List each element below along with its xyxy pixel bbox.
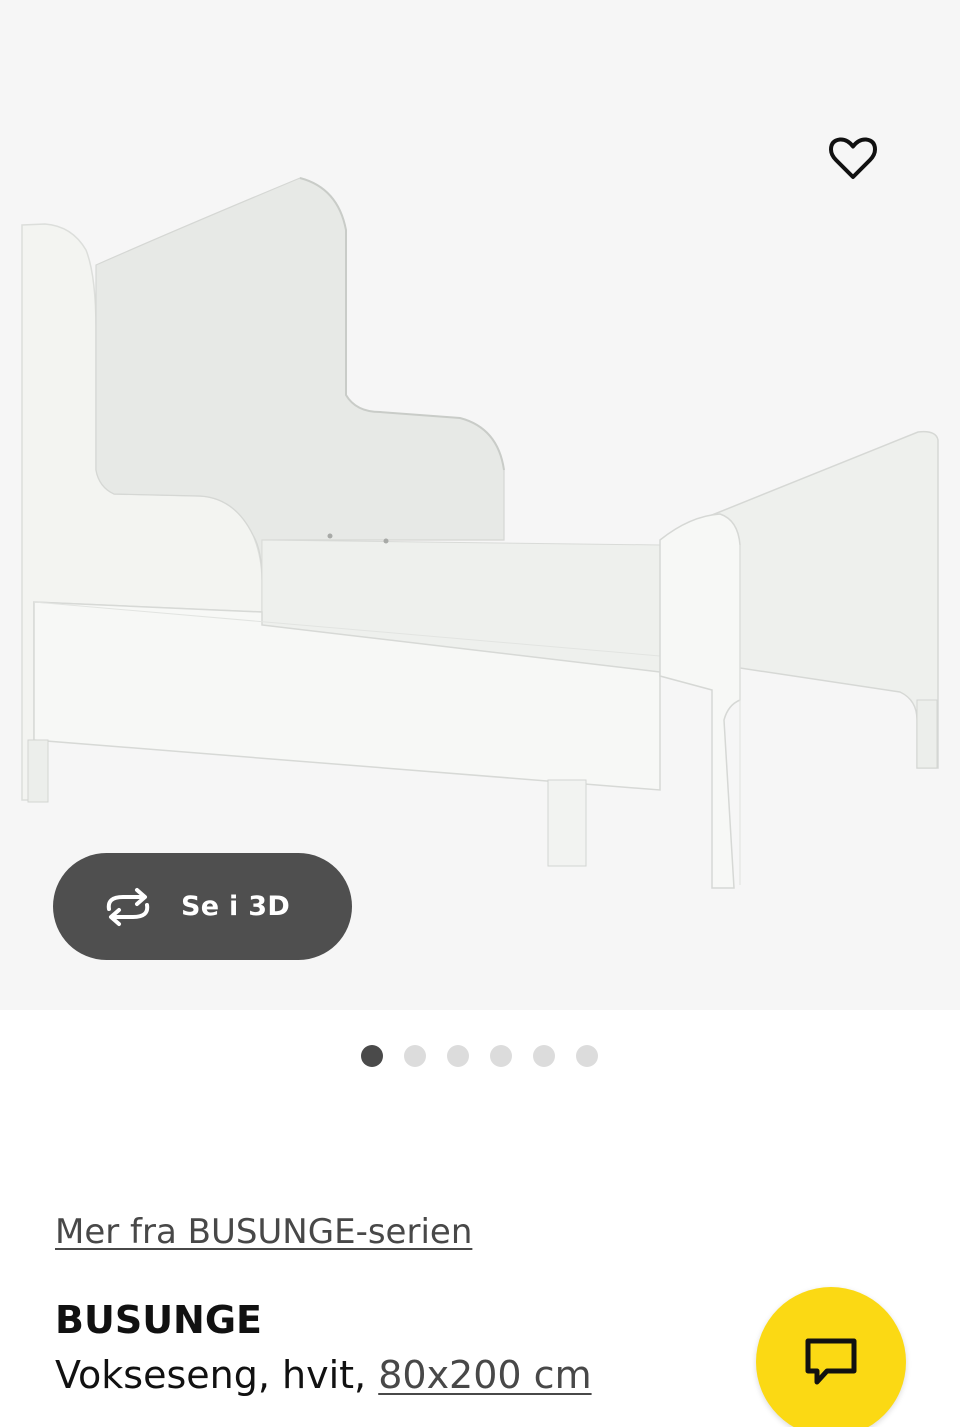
favorite-button[interactable] <box>818 128 888 190</box>
carousel-dot[interactable] <box>576 1045 598 1067</box>
rotate-3d-icon <box>106 887 150 926</box>
view-3d-button[interactable]: Se i 3D <box>53 853 352 960</box>
carousel-dot[interactable] <box>533 1045 555 1067</box>
carousel-dots <box>361 1045 598 1067</box>
carousel-dot[interactable] <box>447 1045 469 1067</box>
chat-bubble-icon <box>805 1338 857 1385</box>
heart-outline-icon <box>829 137 877 179</box>
product-description-text: Vokseseng, hvit, <box>55 1353 379 1397</box>
carousel-dot[interactable] <box>361 1045 383 1067</box>
carousel-dot[interactable] <box>490 1045 512 1067</box>
product-name: BUSUNGE <box>55 1298 262 1342</box>
product-description: Vokseseng, hvit, 80x200 cm <box>55 1353 592 1397</box>
carousel-dot[interactable] <box>404 1045 426 1067</box>
chat-button[interactable] <box>756 1287 906 1427</box>
product-gallery[interactable]: Se i 3D <box>0 0 960 1010</box>
series-link[interactable]: Mer fra BUSUNGE-serien <box>55 1212 472 1252</box>
view-3d-label: Se i 3D <box>181 891 291 922</box>
size-link[interactable]: 80x200 cm <box>378 1353 591 1397</box>
